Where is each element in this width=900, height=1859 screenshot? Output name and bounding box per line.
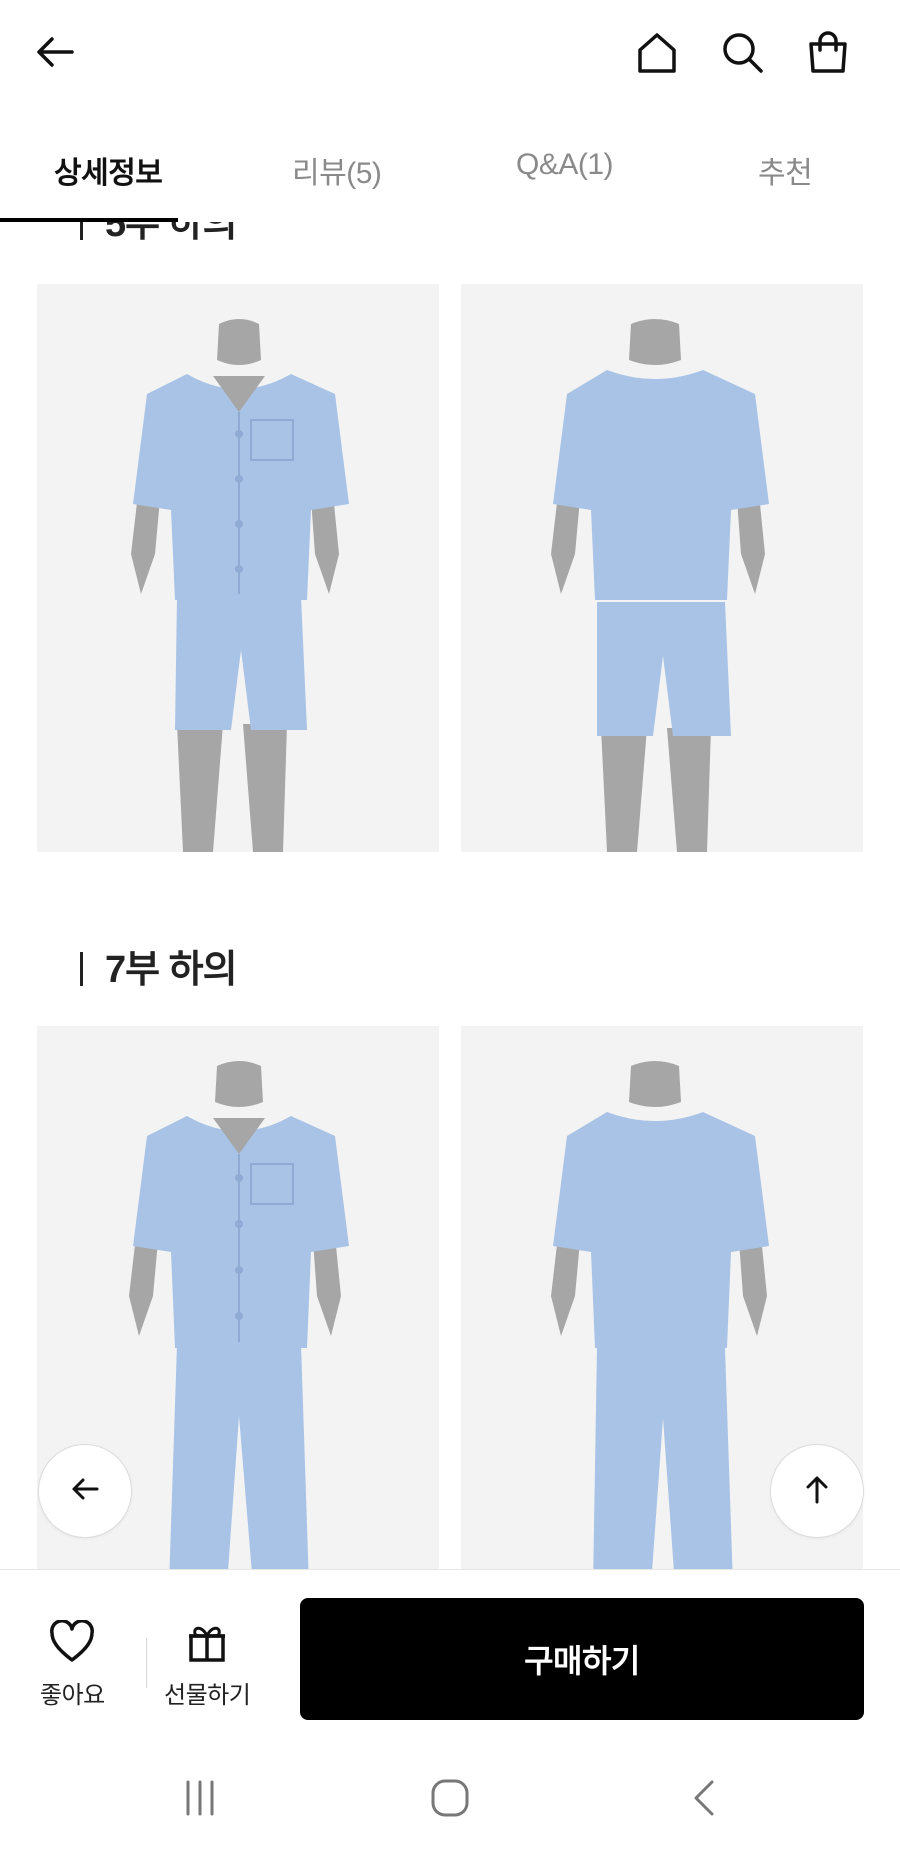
scroll-to-top-button[interactable] bbox=[770, 1444, 864, 1538]
product-image-shorts-back bbox=[461, 284, 863, 852]
like-button[interactable]: 좋아요 bbox=[40, 1619, 105, 1710]
detail-tabs: 상세정보 리뷰(5) Q&A(1) 추천 bbox=[0, 104, 900, 223]
gift-label: 선물하기 bbox=[164, 1682, 251, 1709]
tab-qna[interactable]: Q&A(1) bbox=[516, 148, 614, 182]
purchase-bar: 좋아요 선물하기 구매하기 bbox=[0, 1569, 900, 1740]
arrow-left-icon bbox=[67, 1471, 103, 1512]
back-chevron-icon[interactable] bbox=[676, 1768, 736, 1828]
heart-icon bbox=[48, 1619, 96, 1669]
arrow-up-icon bbox=[799, 1471, 835, 1512]
recent-apps-icon[interactable] bbox=[170, 1768, 230, 1828]
section-title-text: 7부 하의 bbox=[105, 949, 238, 991]
buy-button[interactable]: 구매하기 bbox=[300, 1598, 864, 1720]
search-icon[interactable] bbox=[710, 22, 776, 84]
back-arrow-icon[interactable] bbox=[26, 22, 86, 82]
tab-reviews[interactable]: 리뷰(5) bbox=[292, 148, 382, 192]
top-app-bar bbox=[0, 0, 900, 104]
shopping-bag-icon[interactable] bbox=[795, 22, 861, 84]
section-title-7bu: 7부 하의 bbox=[80, 938, 238, 993]
section-title-text: 5부 하의 bbox=[105, 222, 238, 245]
tab-detail-info[interactable]: 상세정보 bbox=[54, 148, 163, 192]
system-navigation-bar bbox=[0, 1740, 900, 1859]
tab-recommend[interactable]: 추천 bbox=[758, 148, 813, 192]
product-image-shorts-front bbox=[37, 284, 439, 852]
product-detail-content[interactable]: 5부 하의 7부 하의 bbox=[0, 222, 900, 1569]
gift-icon bbox=[185, 1620, 229, 1669]
action-divider bbox=[146, 1638, 147, 1688]
title-bar bbox=[80, 952, 83, 986]
title-bar bbox=[80, 222, 83, 240]
prev-floating-button[interactable] bbox=[38, 1444, 132, 1538]
like-label: 좋아요 bbox=[40, 1682, 105, 1709]
home-circle-icon[interactable] bbox=[420, 1768, 480, 1828]
section-title-5bu: 5부 하의 bbox=[80, 222, 238, 247]
gift-button[interactable]: 선물하기 bbox=[164, 1620, 251, 1710]
home-icon[interactable] bbox=[624, 22, 690, 84]
